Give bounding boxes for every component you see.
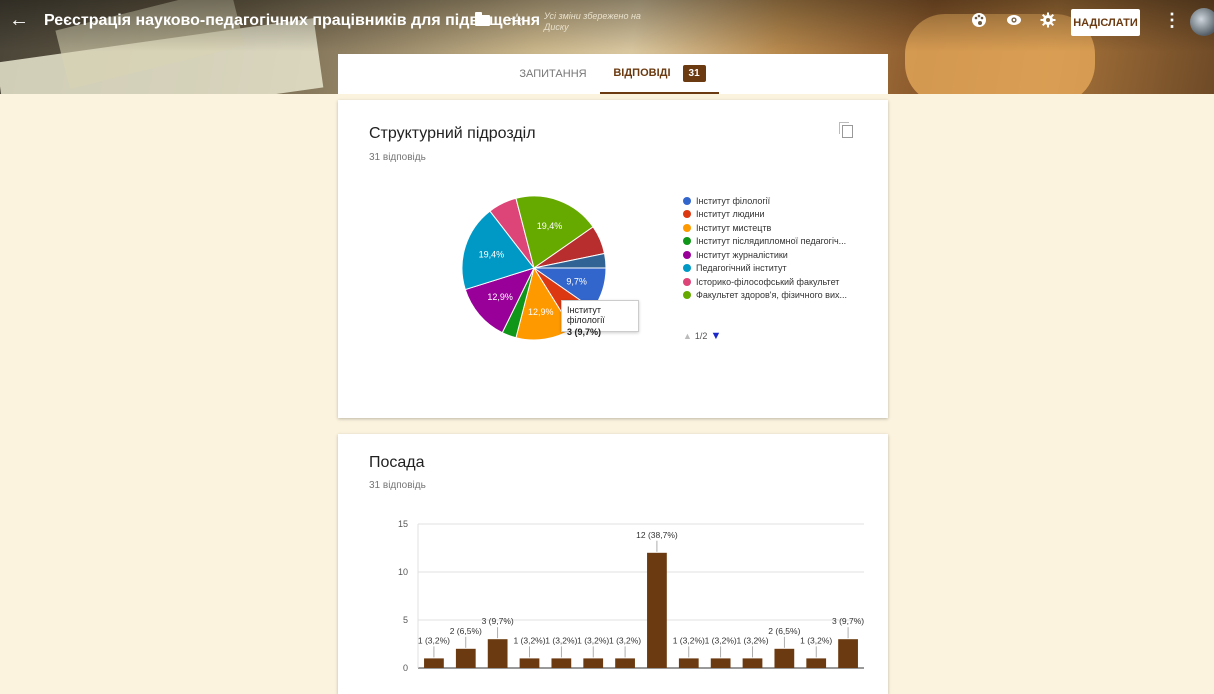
form-title[interactable]: Реєстрація науково-педагогічних працівни… [44,12,540,30]
legend-label: Педагогічний інститут [696,263,787,274]
data-label: 1 (3,2%) [418,635,450,645]
tab-responses[interactable]: ВІДПОВІДІ 31 [600,54,719,94]
legend-swatch [683,250,691,259]
legend-page: 1/2 [694,331,708,341]
tooltip-label: Інститут філології [567,305,605,325]
legend-item: Інститут мистецтв [683,221,847,235]
legend-item: Інститут журналістики [683,248,847,262]
bar[interactable] [583,658,604,668]
bar[interactable] [774,648,795,668]
tab-questions-label: ЗАПИТАННЯ [519,68,587,80]
legend-swatch [683,210,691,219]
bar[interactable] [487,639,508,668]
legend-swatch [683,223,691,232]
copy-chart-icon[interactable] [839,122,853,138]
legend-item: Факультет здоров'я, фізичного вих... [683,289,847,303]
legend-swatch [683,277,691,286]
legend-swatch [683,237,691,246]
chart-legend: Інститут філології Інститут людини Інститу… [683,194,847,302]
legend-item: Інститут післядипломної педагогіч... [683,235,847,249]
bar[interactable] [742,658,763,668]
legend-item: Інститут людини [683,208,847,222]
data-label: 1 (3,2%) [513,635,545,645]
tooltip-value: 3 (9,7%) [567,327,602,337]
pie-slice-label: 12,9% [528,307,554,317]
save-status: Усі зміни збережено на Диску [544,11,641,32]
data-label: 2 (6,5%) [768,626,800,636]
legend-swatch [683,291,691,300]
bar-chart: 0510151 (3,2%)2 (6,5%)3 (9,7%)1 (3,2%) 1 … [398,519,864,673]
data-label: 12 (38,7%) [636,530,678,540]
legend-swatch [683,264,691,273]
data-label: 1 (3,2%) [609,635,641,645]
bar[interactable] [647,552,667,668]
y-tick-label: 15 [398,519,408,529]
data-label: 2 (6,5%) [450,626,482,636]
tab-questions[interactable]: ЗАПИТАННЯ [508,54,598,94]
send-button[interactable]: НАДІСЛАТИ [1071,9,1140,36]
legend-label: Інститут післядипломної педагогіч... [696,236,847,247]
legend-item: Історико-філософський факультет [683,275,847,289]
response-count: 31 відповідь [369,480,426,491]
bar[interactable] [455,648,476,668]
pie-slice-label: 19,4% [479,250,505,260]
legend-next-icon[interactable]: ▼ [710,330,721,342]
legend-item: Педагогічний інститут [683,262,847,276]
summary-card-position: Посада 31 відповідь 0 5 10 15 1 (3,2%) 2 (6,5… [338,434,888,694]
question-title: Посада [369,454,425,471]
data-label: 1 (3,2%) [577,635,609,645]
legend-label: Інститут мистецтв [696,222,772,233]
legend-pager: ▲ 1/2 ▼ [683,330,721,342]
bar[interactable] [551,658,572,668]
y-tick-label: 0 [403,663,408,673]
legend-label: Інститут філології [696,195,771,206]
y-tick-label: 5 [403,615,408,625]
legend-label: Історико-філософський факультет [696,276,840,287]
data-label: 1 (3,2%) [705,635,737,645]
legend-label: Інститут людини [696,209,765,220]
back-arrow-icon[interactable]: ← [9,10,29,30]
tab-bar: ЗАПИТАННЯ ВІДПОВІДІ 31 [338,54,888,94]
legend-label: Інститут журналістики [696,249,788,260]
bar[interactable] [424,658,444,668]
pie-slice-label: 12,9% [487,292,513,302]
legend-swatch [683,196,691,205]
data-label: 1 (3,2%) [800,635,832,645]
data-label: 1 (3,2%) [545,635,577,645]
bar[interactable] [615,658,635,668]
avatar[interactable] [1190,8,1214,36]
pie-slice-label: 9,7% [566,276,587,286]
palette-icon[interactable] [971,12,987,33]
legend-item: Інститут філології [683,194,847,208]
y-tick-label: 10 [398,567,408,577]
folder-icon[interactable] [475,12,490,26]
tab-responses-label: ВІДПОВІДІ [613,67,671,79]
response-count: 31 відповідь [369,152,426,163]
data-label: 3 (9,7%) [832,616,864,626]
bar[interactable] [519,658,540,668]
gear-icon[interactable] [1040,12,1056,33]
bar[interactable] [678,658,699,668]
legend-label: Факультет здоров'я, фізичного вих... [696,290,847,301]
data-label: 1 (3,2%) [736,635,768,645]
eye-icon[interactable] [1006,12,1022,33]
data-label: 1 (3,2%) [673,635,705,645]
star-icon[interactable]: ☆ [509,10,525,31]
summary-card-department: Структурний підрозділ 31 відповідь 9,7% 1… [338,100,888,418]
pie-slice-label: 19,4% [537,221,563,231]
more-vert-icon[interactable]: ⋮ [1163,10,1181,31]
top-bar: ← Реєстрація науково-педагогічних праців… [0,0,1214,44]
data-label: 3 (9,7%) [482,616,514,626]
legend-prev-icon[interactable]: ▲ [683,331,692,341]
bar[interactable] [806,658,827,668]
question-title: Структурний підрозділ [369,125,536,142]
responses-count-badge: 31 [682,64,706,82]
chart-tooltip: Інститут філології 3 (9,7%) [561,300,639,337]
bar[interactable] [838,639,858,668]
bar[interactable] [710,658,731,668]
